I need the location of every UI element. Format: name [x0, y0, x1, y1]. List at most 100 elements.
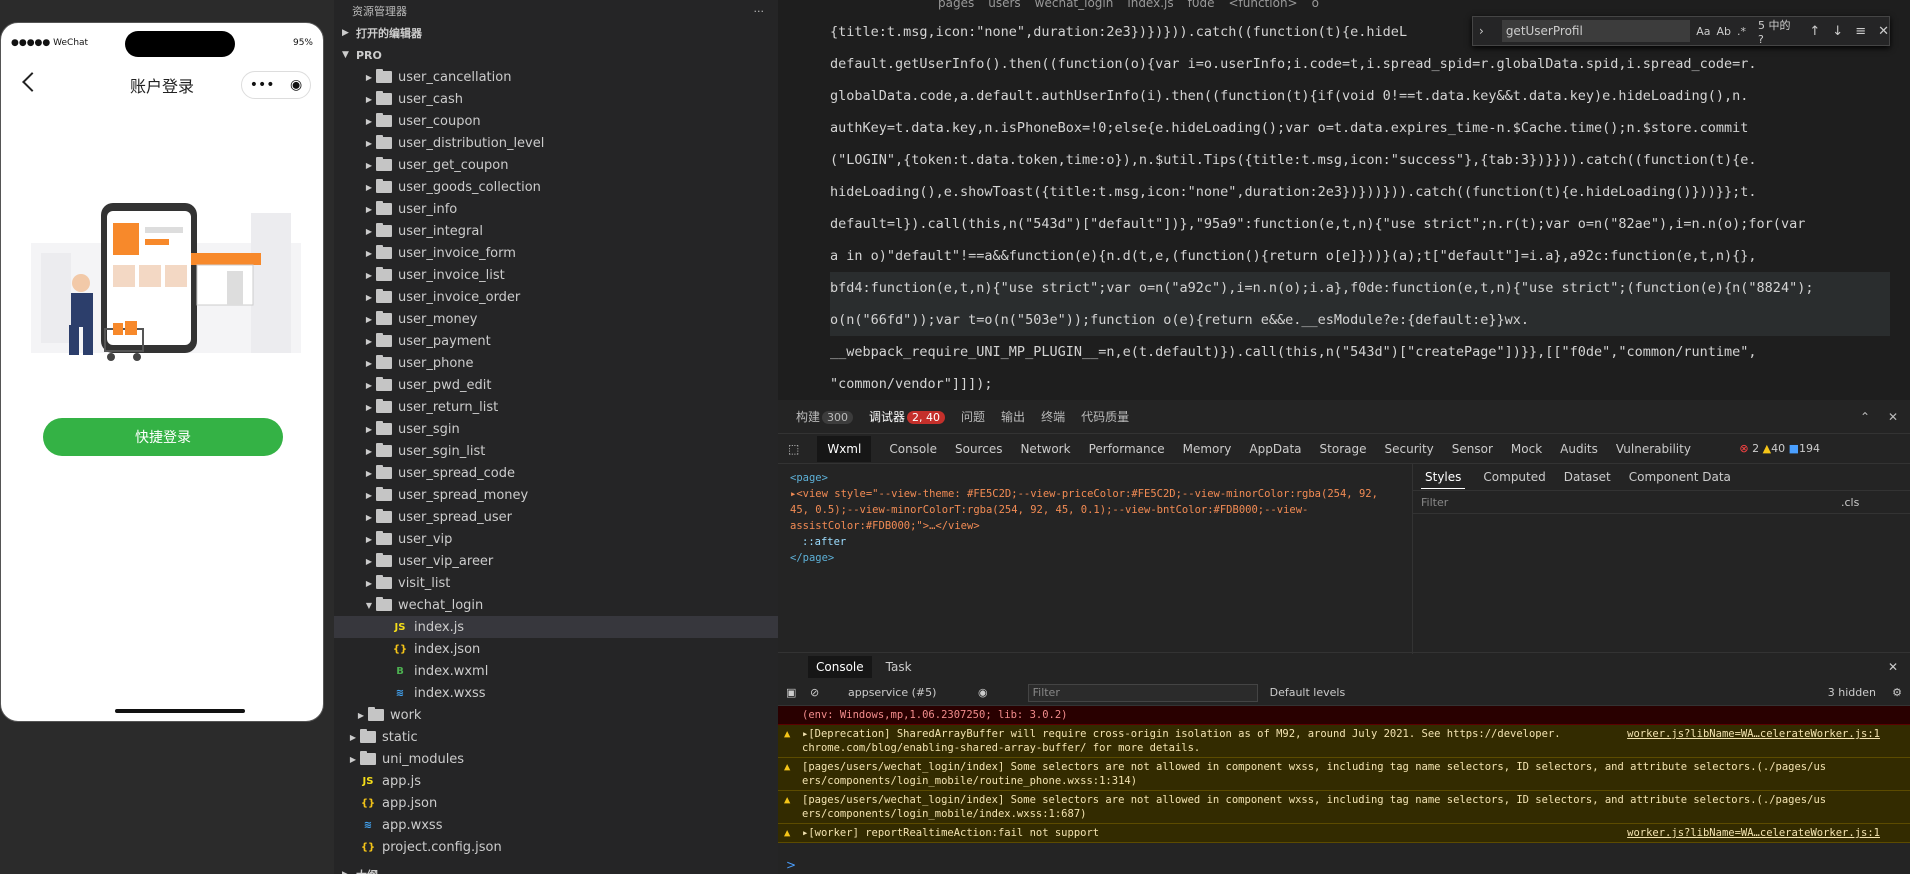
find-in-selection-icon[interactable]: ≡ [1855, 24, 1866, 39]
styles-tab[interactable]: Computed [1483, 470, 1545, 484]
folder-item[interactable]: ▶ user_invoice_list [334, 264, 778, 286]
panel-tab[interactable]: Security [1384, 442, 1433, 456]
code-line[interactable]: default.getUserInfo().then((function(o){… [830, 48, 1890, 80]
code-line[interactable]: __webpack_require_UNI_MP_PLUGIN__=n,e(t.… [830, 336, 1890, 368]
console-filter-input[interactable]: Filter [1027, 683, 1258, 702]
breadcrumb-item[interactable]: <function> [1228, 0, 1297, 10]
code-line[interactable]: globalData.code,a.default.authUserInfo(i… [830, 80, 1890, 112]
close-drawer-icon[interactable]: ✕ [1888, 660, 1898, 674]
find-toggle-icon[interactable]: › [1479, 24, 1484, 38]
top-tab[interactable]: 构建 300 [796, 408, 854, 425]
close-icon[interactable]: ✕ [1878, 24, 1889, 39]
cls-toggle[interactable]: .cls [1841, 496, 1859, 509]
folder-item[interactable]: ▶ user_distribution_level [334, 132, 778, 154]
panel-tab[interactable]: Audits [1560, 442, 1598, 456]
folder-item[interactable]: ▶ user_info [334, 198, 778, 220]
wxml-page-open[interactable]: <page> [790, 470, 1400, 486]
folder-item[interactable]: ▶ user_pwd_edit [334, 374, 778, 396]
panel-tab[interactable]: Vulnerability [1616, 442, 1691, 456]
quick-login-button[interactable]: 快捷登录 [43, 418, 283, 456]
folder-item[interactable]: ▶ user_get_coupon [334, 154, 778, 176]
clear-console-icon[interactable]: ⊘ [810, 686, 819, 699]
top-tab[interactable]: 输出 [1001, 408, 1025, 425]
more-icon[interactable]: ••• [250, 77, 275, 93]
find-input[interactable]: getUserProfil [1501, 20, 1691, 42]
panel-tab[interactable]: Memory [1183, 442, 1232, 456]
file-item[interactable]: ≋ app.wxss [334, 814, 778, 836]
folder-item[interactable]: ▶ uni_modules [334, 748, 778, 770]
issue-counts[interactable]: ⊗ 2 ▲40 ■194 [1739, 442, 1820, 455]
breadcrumb-item[interactable]: o [1312, 0, 1319, 10]
eye-icon[interactable]: ◉ [978, 686, 988, 699]
source-link[interactable]: worker.js?libName=WA…celerateWorker.js:1 [1627, 727, 1880, 741]
wxml-view-node[interactable]: ▸<view style="--view-theme: #FE5C2D;--vi… [790, 486, 1400, 502]
back-icon[interactable] [22, 72, 42, 92]
code-area[interactable]: {title:t.msg,icon:"none",duration:2e3})}… [830, 16, 1890, 400]
breadcrumb-item[interactable]: f0de [1188, 0, 1215, 10]
tab-console[interactable]: Console [808, 655, 872, 678]
folder-item[interactable]: ▶ user_vip [334, 528, 778, 550]
panel-tab[interactable]: Network [1020, 442, 1070, 456]
context-select[interactable]: appservice (#5) [848, 686, 978, 699]
close-icon[interactable]: ✕ [1888, 410, 1898, 424]
code-line[interactable]: default=l}).call(this,n("543d")["default… [830, 208, 1890, 240]
top-tab[interactable]: 问题 [961, 408, 985, 425]
styles-tab[interactable]: Styles [1421, 466, 1466, 489]
sidebar-toggle-icon[interactable]: ▣ [786, 686, 796, 699]
file-item[interactable]: JS app.js [334, 770, 778, 792]
folder-item[interactable]: ▶ user_invoice_order [334, 286, 778, 308]
styles-tab[interactable]: Dataset [1564, 470, 1611, 484]
panel-tab[interactable]: Performance [1089, 442, 1165, 456]
file-item[interactable]: {} project.config.json [334, 836, 778, 858]
file-item[interactable]: Bindex.wxml [334, 660, 778, 682]
folder-item[interactable]: ▶ user_coupon [334, 110, 778, 132]
panel-tab[interactable]: Wxml [817, 435, 872, 462]
folder-item[interactable]: ▶ user_spread_user [334, 506, 778, 528]
project-section[interactable]: ▼ PRO [334, 44, 778, 66]
panel-tab[interactable]: Storage [1320, 442, 1367, 456]
capsule-menu[interactable]: ••• ◉ [241, 71, 311, 99]
top-tab[interactable]: 代码质量 [1081, 408, 1129, 425]
code-editor[interactable]: pages users wechat_login index.js f0de <funct… [778, 0, 1910, 400]
folder-item[interactable]: ▶ static [334, 726, 778, 748]
code-line[interactable]: ("LOGIN",{token:t.data.token,time:o}),n.… [830, 144, 1890, 176]
top-tab[interactable]: 调试器 2, 40 [869, 408, 946, 425]
folder-item[interactable]: ▶ user_sgin_list [334, 440, 778, 462]
folder-item[interactable]: ▼ wechat_login [334, 594, 778, 616]
regex-toggle[interactable]: .* [1737, 25, 1746, 38]
tab-task[interactable]: Task [886, 660, 912, 674]
folder-item[interactable]: ▶ user_integral [334, 220, 778, 242]
panel-tab[interactable]: Mock [1511, 442, 1542, 456]
breadcrumb-item[interactable]: pages [938, 0, 974, 10]
folder-item[interactable]: ▶ user_spread_money [334, 484, 778, 506]
chevron-up-icon[interactable]: ⌃ [1860, 410, 1870, 424]
file-item[interactable]: {} app.json [334, 792, 778, 814]
file-item[interactable]: {} index.json [334, 638, 778, 660]
whole-word-toggle[interactable]: Ab [1716, 25, 1731, 38]
arrow-down-icon[interactable]: ↓ [1832, 24, 1843, 39]
inspect-icon[interactable]: ⬚ [788, 442, 799, 456]
styles-filter-input[interactable]: Filter [1421, 496, 1841, 509]
folder-item[interactable]: ▶ user_invoice_form [334, 242, 778, 264]
folder-item[interactable]: ▶ visit_list [334, 572, 778, 594]
folder-item[interactable]: ▶ user_payment [334, 330, 778, 352]
source-link[interactable]: worker.js?libName=WA…celerateWorker.js:1 [1627, 826, 1880, 840]
top-tab[interactable]: 终端 [1041, 408, 1065, 425]
code-line[interactable]: authKey=t.data.key,n.isPhoneBox=!0;else{… [830, 112, 1890, 144]
file-item[interactable]: ≋ index.wxss [334, 682, 778, 704]
log-levels-dropdown[interactable]: Default levels [1270, 686, 1346, 699]
wxml-after[interactable]: ::after [790, 534, 1400, 550]
panel-tab[interactable]: Sensor [1452, 442, 1493, 456]
breadcrumb-item[interactable]: users [988, 0, 1020, 10]
folder-item[interactable]: ▶ user_money [334, 308, 778, 330]
close-target-icon[interactable]: ◉ [290, 77, 302, 93]
code-line[interactable]: "common/vendor"]]]); [830, 368, 1890, 400]
file-item[interactable]: JS index.js [334, 616, 778, 638]
open-editors-section[interactable]: ▶ 打开的编辑器 [334, 22, 778, 44]
folder-item[interactable]: ▶ user_return_list [334, 396, 778, 418]
panel-tab[interactable]: Sources [955, 442, 1002, 456]
code-line[interactable]: a in o)"default"!==a&&function(e){n.d(t,… [830, 240, 1890, 272]
explorer-more-icon[interactable]: ··· [754, 5, 765, 18]
panel-tab[interactable]: Console [889, 442, 937, 456]
wxml-tree[interactable]: <page> ▸<view style="--view-theme: #FE5C… [778, 464, 1412, 654]
